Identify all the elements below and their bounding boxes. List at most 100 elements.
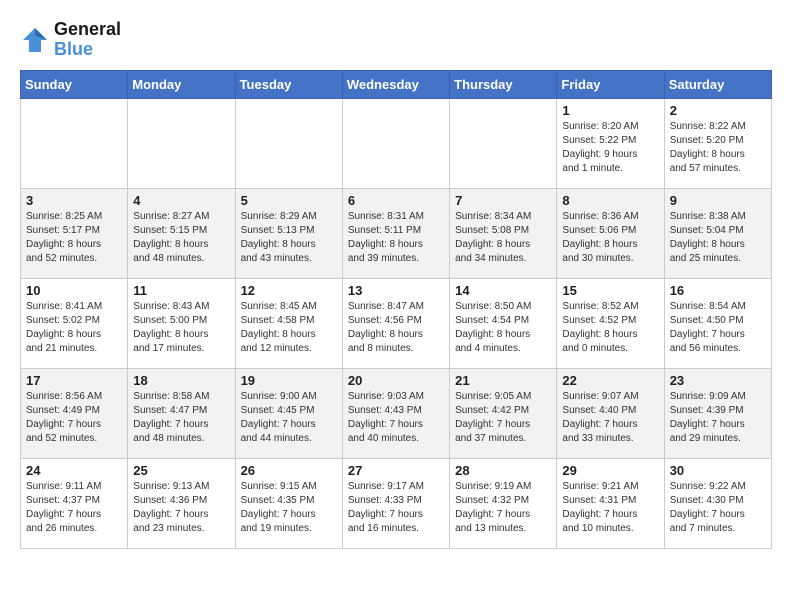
day-info: Sunrise: 8:54 AM Sunset: 4:50 PM Dayligh…: [670, 300, 766, 356]
day-info: Sunrise: 9:22 AM Sunset: 4:30 PM Dayligh…: [670, 480, 766, 536]
calendar-cell: 9Sunrise: 8:38 AM Sunset: 5:04 PM Daylig…: [664, 188, 771, 278]
day-info: Sunrise: 8:43 AM Sunset: 5:00 PM Dayligh…: [133, 300, 229, 356]
day-number: 7: [455, 193, 551, 208]
day-number: 6: [348, 193, 444, 208]
column-header-monday: Monday: [128, 70, 235, 98]
day-number: 12: [241, 283, 337, 298]
day-number: 20: [348, 373, 444, 388]
day-info: Sunrise: 8:34 AM Sunset: 5:08 PM Dayligh…: [455, 210, 551, 266]
calendar-cell: [450, 98, 557, 188]
day-info: Sunrise: 8:31 AM Sunset: 5:11 PM Dayligh…: [348, 210, 444, 266]
day-info: Sunrise: 8:22 AM Sunset: 5:20 PM Dayligh…: [670, 120, 766, 176]
calendar-cell: 6 Sunrise: 8:31 AM Sunset: 5:11 PM Daylig…: [342, 188, 449, 278]
logo: General Blue: [20, 20, 121, 60]
day-info: Sunrise: 8:36 AM Sunset: 5:06 PM Dayligh…: [562, 210, 658, 266]
calendar-week-2: 3Sunrise: 8:25 AM Sunset: 5:17 PM Daylig…: [21, 188, 772, 278]
column-header-sunday: Sunday: [21, 70, 128, 98]
day-number: 16: [670, 283, 766, 298]
day-number: 2: [670, 103, 766, 118]
column-header-saturday: Saturday: [664, 70, 771, 98]
day-number: 4: [133, 193, 229, 208]
calendar-week-1: 1 Sunrise: 8:20 AM Sunset: 5:22 PM Daylig…: [21, 98, 772, 188]
day-number: 8: [562, 193, 658, 208]
column-header-friday: Friday: [557, 70, 664, 98]
day-number: 14: [455, 283, 551, 298]
calendar-cell: [128, 98, 235, 188]
day-info: Sunrise: 9:21 AM Sunset: 4:31 PM Dayligh…: [562, 480, 658, 536]
day-info: Sunrise: 8:50 AM Sunset: 4:54 PM Dayligh…: [455, 300, 551, 356]
calendar-cell: 21 Sunrise: 9:05 AM Sunset: 4:42 PM Dayli…: [450, 368, 557, 458]
day-number: 27: [348, 463, 444, 478]
calendar-table: SundayMondayTuesdayWednesdayThursdayFrid…: [20, 70, 772, 549]
day-info: Sunrise: 8:45 AM Sunset: 4:58 PM Dayligh…: [241, 300, 337, 356]
day-number: 1: [562, 103, 658, 118]
day-info: Sunrise: 8:25 AM Sunset: 5:17 PM Dayligh…: [26, 210, 122, 266]
day-number: 25: [133, 463, 229, 478]
day-number: 29: [562, 463, 658, 478]
column-header-thursday: Thursday: [450, 70, 557, 98]
calendar-cell: [235, 98, 342, 188]
calendar-cell: 22 Sunrise: 9:07 AM Sunset: 4:40 PM Dayli…: [557, 368, 664, 458]
calendar-cell: 17 Sunrise: 8:56 AM Sunset: 4:49 PM Dayli…: [21, 368, 128, 458]
calendar-cell: 19 Sunrise: 9:00 AM Sunset: 4:45 PM Dayli…: [235, 368, 342, 458]
day-info: Sunrise: 8:52 AM Sunset: 4:52 PM Dayligh…: [562, 300, 658, 356]
day-number: 11: [133, 283, 229, 298]
day-info: Sunrise: 8:56 AM Sunset: 4:49 PM Dayligh…: [26, 390, 122, 446]
calendar-week-4: 17 Sunrise: 8:56 AM Sunset: 4:49 PM Dayli…: [21, 368, 772, 458]
day-number: 21: [455, 373, 551, 388]
day-number: 15: [562, 283, 658, 298]
calendar-cell: 4 Sunrise: 8:27 AM Sunset: 5:15 PM Daylig…: [128, 188, 235, 278]
day-info: Sunrise: 9:19 AM Sunset: 4:32 PM Dayligh…: [455, 480, 551, 536]
day-info: Sunrise: 9:09 AM Sunset: 4:39 PM Dayligh…: [670, 390, 766, 446]
day-info: Sunrise: 9:03 AM Sunset: 4:43 PM Dayligh…: [348, 390, 444, 446]
day-info: Sunrise: 9:15 AM Sunset: 4:35 PM Dayligh…: [241, 480, 337, 536]
column-header-wednesday: Wednesday: [342, 70, 449, 98]
calendar-cell: 5Sunrise: 8:29 AM Sunset: 5:13 PM Daylig…: [235, 188, 342, 278]
calendar-cell: 3Sunrise: 8:25 AM Sunset: 5:17 PM Daylig…: [21, 188, 128, 278]
day-number: 17: [26, 373, 122, 388]
day-number: 13: [348, 283, 444, 298]
day-info: Sunrise: 8:20 AM Sunset: 5:22 PM Dayligh…: [562, 120, 658, 176]
calendar-body: 1 Sunrise: 8:20 AM Sunset: 5:22 PM Daylig…: [21, 98, 772, 548]
day-number: 30: [670, 463, 766, 478]
day-number: 9: [670, 193, 766, 208]
calendar-cell: 13 Sunrise: 8:47 AM Sunset: 4:56 PM Dayli…: [342, 278, 449, 368]
day-number: 19: [241, 373, 337, 388]
calendar-cell: 11 Sunrise: 8:43 AM Sunset: 5:00 PM Dayli…: [128, 278, 235, 368]
calendar-cell: 16 Sunrise: 8:54 AM Sunset: 4:50 PM Dayli…: [664, 278, 771, 368]
day-number: 10: [26, 283, 122, 298]
day-info: Sunrise: 9:07 AM Sunset: 4:40 PM Dayligh…: [562, 390, 658, 446]
day-info: Sunrise: 8:27 AM Sunset: 5:15 PM Dayligh…: [133, 210, 229, 266]
day-info: Sunrise: 9:13 AM Sunset: 4:36 PM Dayligh…: [133, 480, 229, 536]
calendar-cell: 26 Sunrise: 9:15 AM Sunset: 4:35 PM Dayli…: [235, 458, 342, 548]
day-info: Sunrise: 9:00 AM Sunset: 4:45 PM Dayligh…: [241, 390, 337, 446]
calendar-cell: 1 Sunrise: 8:20 AM Sunset: 5:22 PM Daylig…: [557, 98, 664, 188]
calendar-cell: [21, 98, 128, 188]
calendar-cell: 14 Sunrise: 8:50 AM Sunset: 4:54 PM Dayli…: [450, 278, 557, 368]
calendar-cell: 29 Sunrise: 9:21 AM Sunset: 4:31 PM Dayli…: [557, 458, 664, 548]
calendar-cell: 8 Sunrise: 8:36 AM Sunset: 5:06 PM Daylig…: [557, 188, 664, 278]
logo-icon: [20, 25, 50, 55]
day-number: 22: [562, 373, 658, 388]
day-number: 23: [670, 373, 766, 388]
calendar-cell: 2 Sunrise: 8:22 AM Sunset: 5:20 PM Daylig…: [664, 98, 771, 188]
day-number: 24: [26, 463, 122, 478]
calendar-cell: 28Sunrise: 9:19 AM Sunset: 4:32 PM Dayli…: [450, 458, 557, 548]
day-info: Sunrise: 9:17 AM Sunset: 4:33 PM Dayligh…: [348, 480, 444, 536]
calendar-cell: 7 Sunrise: 8:34 AM Sunset: 5:08 PM Daylig…: [450, 188, 557, 278]
page-header: General Blue: [20, 20, 772, 60]
day-number: 26: [241, 463, 337, 478]
day-number: 18: [133, 373, 229, 388]
day-info: Sunrise: 9:05 AM Sunset: 4:42 PM Dayligh…: [455, 390, 551, 446]
calendar-header-row: SundayMondayTuesdayWednesdayThursdayFrid…: [21, 70, 772, 98]
day-info: Sunrise: 8:58 AM Sunset: 4:47 PM Dayligh…: [133, 390, 229, 446]
day-info: Sunrise: 8:47 AM Sunset: 4:56 PM Dayligh…: [348, 300, 444, 356]
day-info: Sunrise: 9:11 AM Sunset: 4:37 PM Dayligh…: [26, 480, 122, 536]
calendar-cell: 27 Sunrise: 9:17 AM Sunset: 4:33 PM Dayli…: [342, 458, 449, 548]
calendar-cell: 25 Sunrise: 9:13 AM Sunset: 4:36 PM Dayli…: [128, 458, 235, 548]
calendar-cell: 24 Sunrise: 9:11 AM Sunset: 4:37 PM Dayli…: [21, 458, 128, 548]
calendar-cell: 18 Sunrise: 8:58 AM Sunset: 4:47 PM Dayli…: [128, 368, 235, 458]
calendar-cell: 12 Sunrise: 8:45 AM Sunset: 4:58 PM Dayli…: [235, 278, 342, 368]
day-number: 5: [241, 193, 337, 208]
day-info: Sunrise: 8:41 AM Sunset: 5:02 PM Dayligh…: [26, 300, 122, 356]
